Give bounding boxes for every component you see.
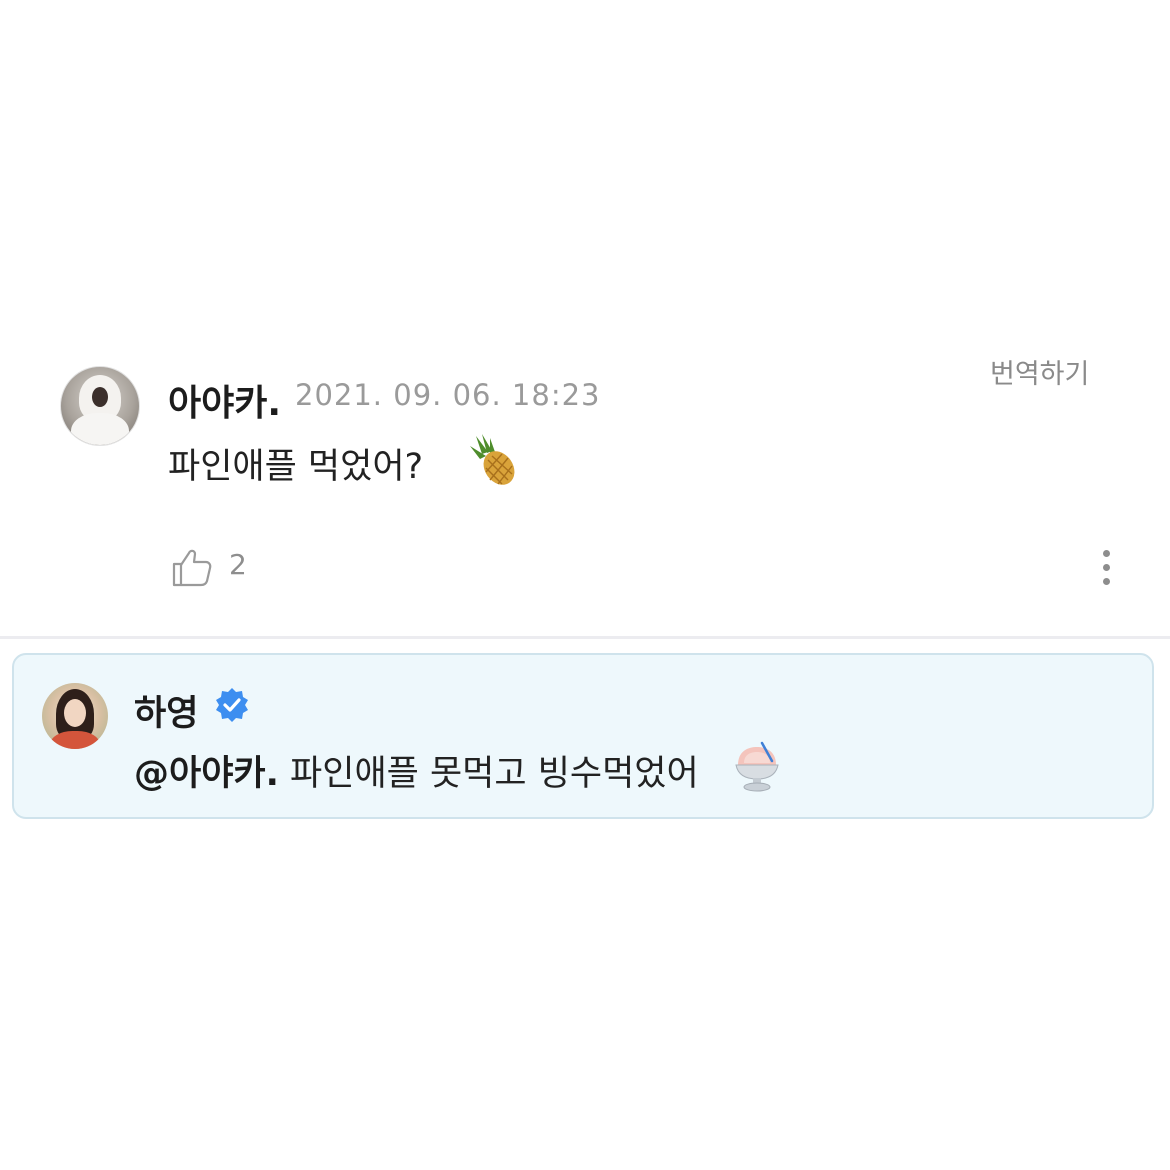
like-count: 2 [229,548,247,581]
comment: 아야카. 2021. 09. 06. 18:23 번역하기 파인애플 먹었어? [0,340,1170,636]
mention-link[interactable]: @아야카. [134,754,279,794]
shaved-ice-icon [735,741,779,792]
vertical-dots-icon[interactable] [1096,546,1116,588]
reply-text: @아야카. 파인애플 못먹고 빙수먹었어 [134,745,699,796]
comment-date: 2021. 09. 06. 18:23 [295,378,601,412]
comment-text: 파인애플 먹었어? [168,447,424,487]
divider [0,636,1170,639]
pineapple-icon [470,434,515,485]
avatar[interactable] [42,683,108,749]
reply-author[interactable]: 하영 [134,685,198,736]
comment-author[interactable]: 아야카. [168,374,281,426]
translate-button[interactable]: 번역하기 [990,352,1089,391]
thumbs-up-icon[interactable] [170,546,214,588]
avatar[interactable] [60,366,140,446]
verified-badge-icon [216,688,248,722]
reply-comment: 하영 @아야카. 파인애플 못먹고 빙수먹었어 [12,653,1154,819]
reply-message: 파인애플 못먹고 빙수먹었어 [290,754,699,794]
comment-thread: 아야카. 2021. 09. 06. 18:23 번역하기 파인애플 먹었어? [0,0,1170,1170]
